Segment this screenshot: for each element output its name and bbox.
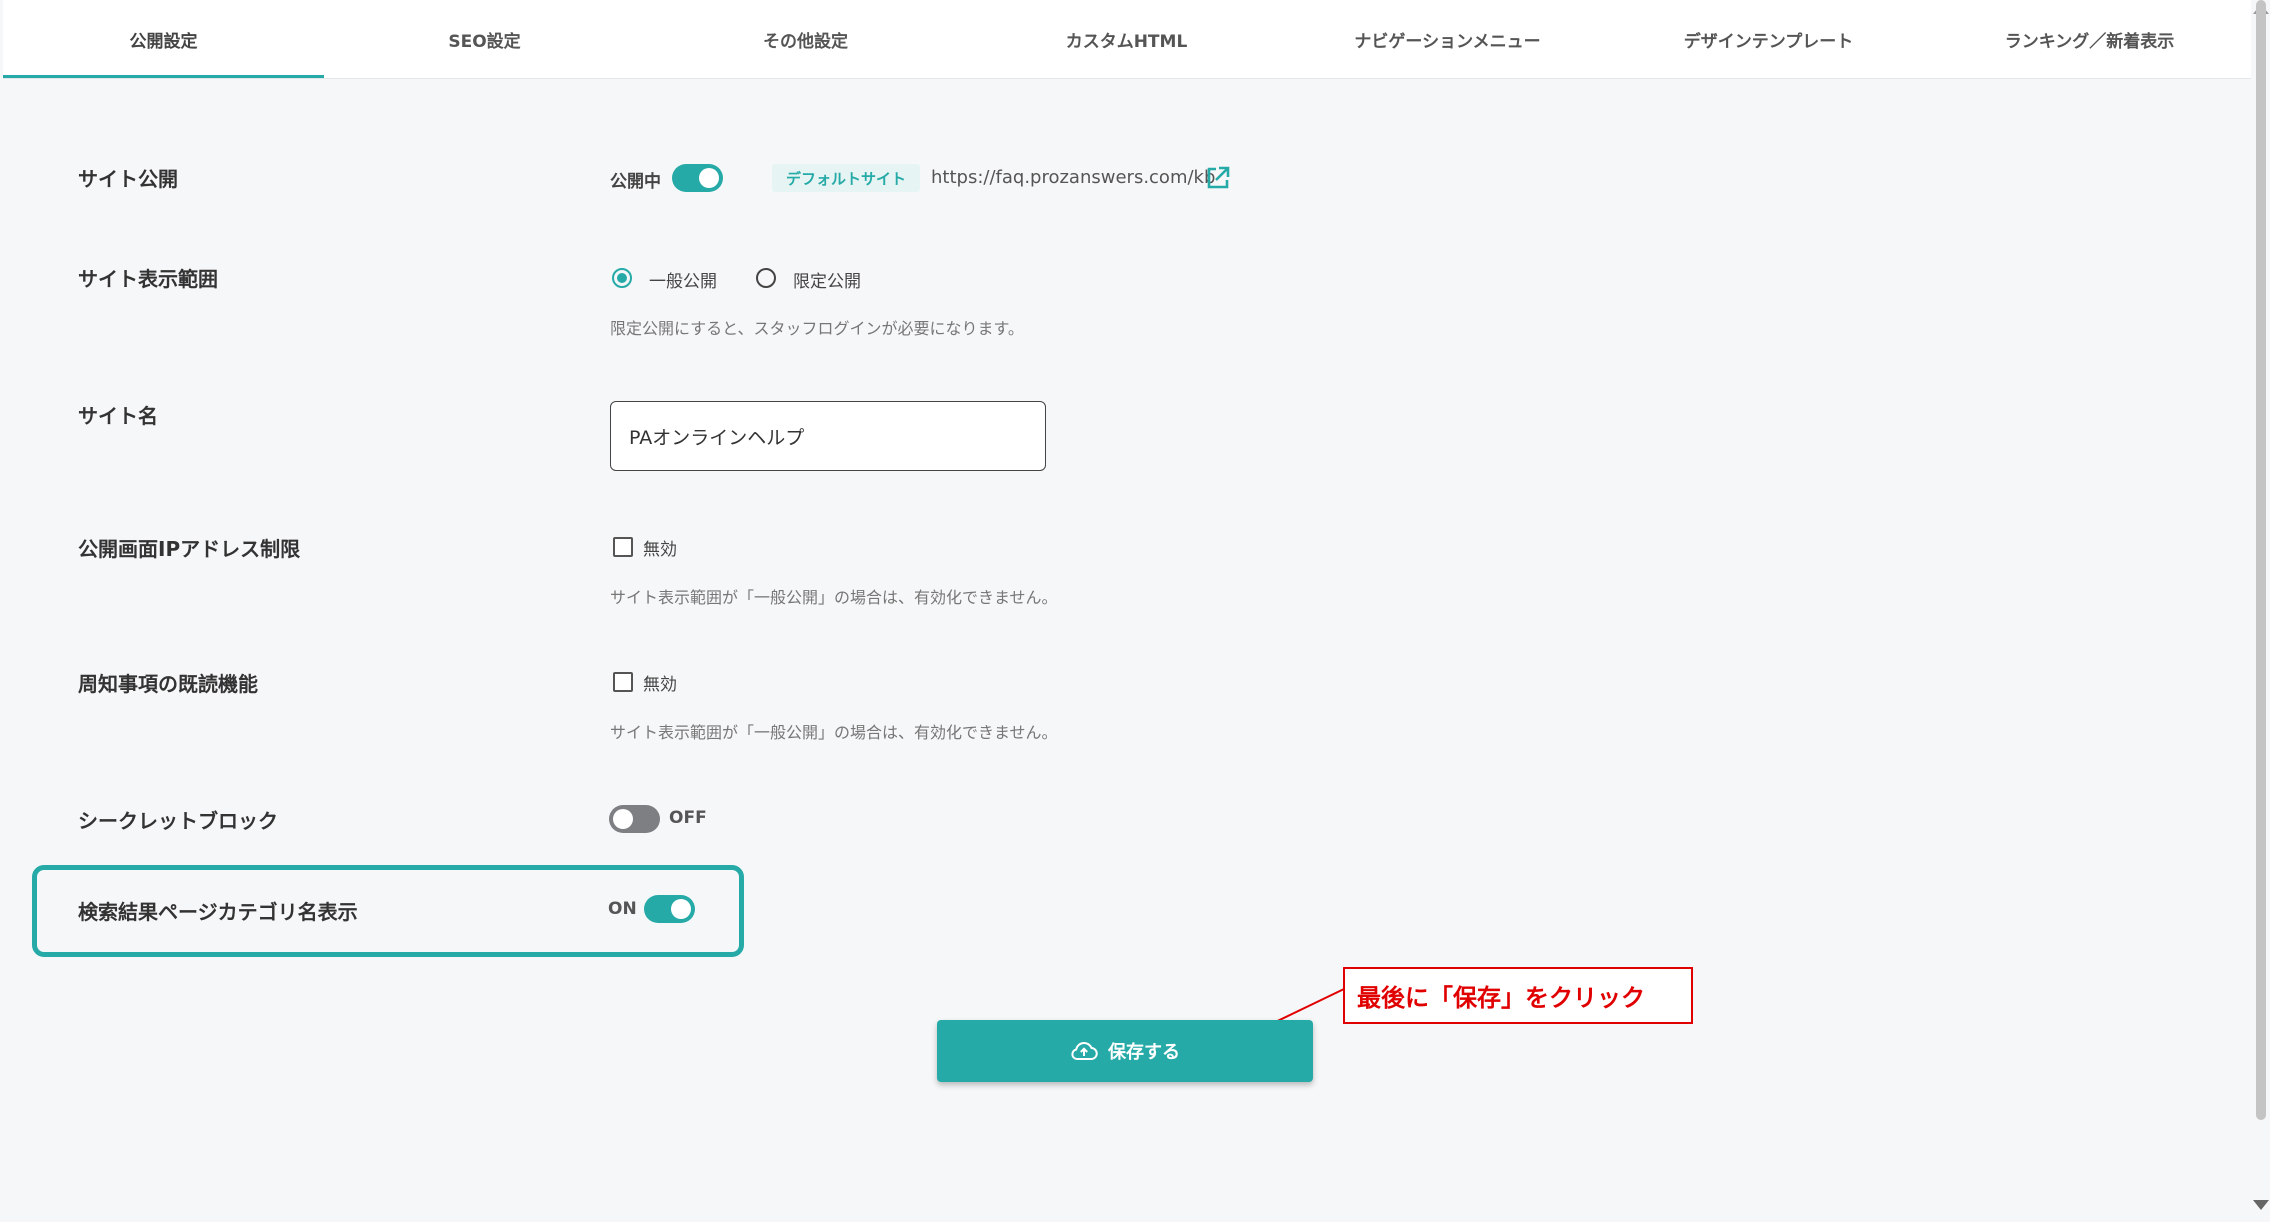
site-scope-help: 限定公開にすると、スタッフログインが必要になります。 — [610, 319, 1024, 338]
tab-label: SEO設定 — [448, 31, 521, 52]
tab-navigation-menu[interactable]: ナビゲーションメニュー — [1287, 0, 1608, 78]
site-scope-label: サイト表示範囲 — [78, 267, 218, 291]
tab-label: ナビゲーションメニュー — [1354, 31, 1541, 52]
site-name-label: サイト名 — [78, 404, 158, 428]
radio-limited-public[interactable] — [756, 268, 776, 288]
tab-label: カスタムHTML — [1065, 31, 1188, 52]
scrollbar-thumb[interactable] — [2256, 0, 2266, 1120]
cloud-upload-icon — [1070, 1040, 1098, 1062]
toggle-knob — [699, 168, 719, 188]
default-site-badge: デフォルトサイト — [772, 164, 921, 192]
site-name-value: PAオンラインヘルプ — [629, 426, 805, 449]
site-public-status: 公開中 — [610, 172, 661, 192]
read-feature-help: サイト表示範囲が「一般公開」の場合は、有効化できません。 — [610, 723, 1058, 742]
ip-restriction-label: 公開画面IPアドレス制限 — [78, 537, 301, 561]
radio-general-public[interactable] — [612, 268, 632, 288]
read-feature-checkbox[interactable] — [613, 672, 633, 692]
toggle-knob — [671, 899, 691, 919]
site-public-toggle[interactable] — [672, 164, 723, 192]
tab-ranking-new[interactable]: ランキング／新着表示 — [1929, 0, 2250, 78]
scroll-down-arrow-icon[interactable] — [2253, 1200, 2269, 1210]
annotation-text: 最後に「保存」をクリック — [1357, 984, 1645, 1012]
read-feature-checkbox-label: 無効 — [643, 675, 677, 695]
ip-restriction-help: サイト表示範囲が「一般公開」の場合は、有効化できません。 — [610, 588, 1058, 607]
ip-restriction-checkbox-label: 無効 — [643, 540, 677, 560]
secret-block-state: OFF — [669, 808, 707, 828]
tab-seo-settings[interactable]: SEO設定 — [324, 0, 645, 78]
tab-public-settings[interactable]: 公開設定 — [3, 0, 324, 78]
tab-label: 公開設定 — [129, 31, 198, 52]
search-category-toggle[interactable] — [644, 895, 695, 923]
search-category-label: 検索結果ページカテゴリ名表示 — [78, 900, 358, 924]
annotation-callout: 最後に「保存」をクリック — [1343, 967, 1693, 1024]
radio-limited-public-label: 限定公開 — [793, 272, 861, 292]
save-button[interactable]: 保存する — [937, 1020, 1313, 1082]
tab-bar: 公開設定 SEO設定 その他設定 カスタムHTML ナビゲーションメニュー デザ… — [3, 0, 2251, 79]
read-feature-label: 周知事項の既読機能 — [78, 672, 258, 696]
tab-custom-html[interactable]: カスタムHTML — [966, 0, 1287, 78]
tab-design-template[interactable]: デザインテンプレート — [1608, 0, 1929, 78]
search-category-state: ON — [608, 899, 637, 919]
secret-block-label: シークレットブロック — [78, 809, 278, 833]
toggle-knob — [613, 809, 633, 829]
tab-other-settings[interactable]: その他設定 — [645, 0, 966, 78]
secret-block-toggle[interactable] — [609, 805, 660, 833]
active-tab-indicator — [3, 75, 324, 78]
save-button-label: 保存する — [1108, 1042, 1180, 1063]
site-public-label: サイト公開 — [78, 167, 178, 191]
tab-label: ランキング／新着表示 — [2004, 31, 2175, 52]
site-name-input[interactable]: PAオンラインヘルプ — [610, 401, 1046, 471]
site-url[interactable]: https://faq.prozanswers.com/kb — [931, 167, 1215, 188]
radio-general-public-label: 一般公開 — [649, 272, 717, 292]
ip-restriction-checkbox[interactable] — [613, 537, 633, 557]
external-link-icon[interactable] — [1205, 165, 1231, 191]
tab-label: その他設定 — [763, 31, 848, 52]
tab-label: デザインテンプレート — [1683, 31, 1854, 52]
